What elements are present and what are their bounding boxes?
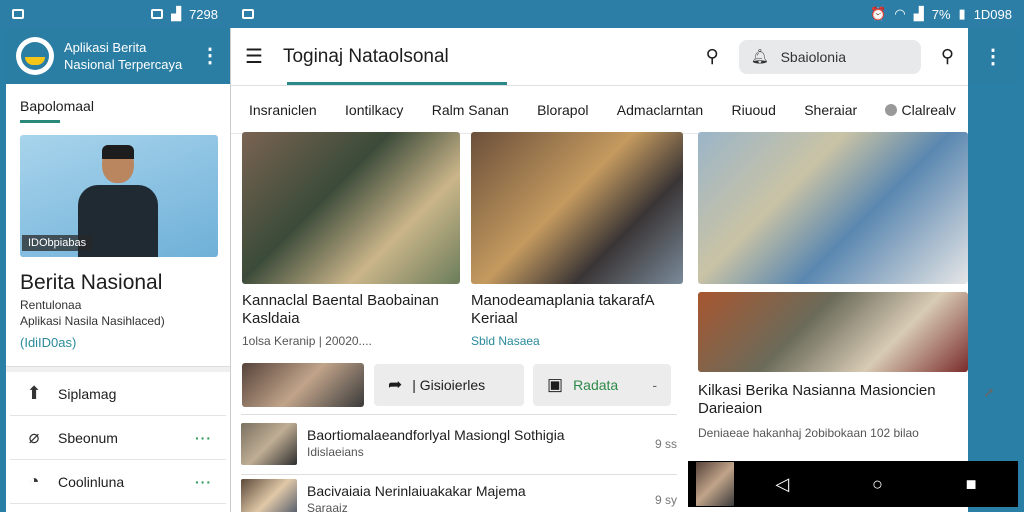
clock-icon: ◔ (28, 471, 40, 491)
menu-icon[interactable]: ☰ (245, 44, 263, 69)
main-header: ☰ Toginaj Nataolsonal ⚲ 🔔︎ Sbaiolonia ⚲ (231, 28, 968, 86)
gallery-button[interactable]: ➦ | Gisioierles (374, 364, 524, 406)
more-dots-icon[interactable]: ··· (195, 474, 212, 490)
tab-7[interactable]: Sheraiar (804, 102, 857, 118)
news-meta-4: Deniaeae hakanhaj 2obibokaan 102 bilao (698, 426, 919, 440)
status-dot-icon (885, 103, 898, 116)
tab-8[interactable]: Clalrealv (885, 102, 956, 118)
more-options-icon[interactable]: ⋮ (968, 28, 1018, 84)
battery-icon: ▮ (958, 6, 966, 21)
status-bar-left: ▟ 7298 (0, 0, 230, 28)
recent-app-thumb[interactable] (696, 462, 734, 506)
notification-icon (242, 9, 254, 19)
alarm-icon: ⏰ (870, 6, 887, 21)
signal-icon: ▟ (913, 6, 924, 21)
main-panel: ☰ Toginaj Nataolsonal ⚲ 🔔︎ Sbaiolonia ⚲ … (230, 28, 995, 512)
compass-icon: ⌀ (28, 427, 40, 447)
more-dots-icon[interactable]: ··· (195, 430, 212, 446)
profile-subtitle: Rentulonaa (20, 298, 82, 312)
app-header: Aplikasi Berita Nasional Terpercaya ⋮ (6, 28, 230, 84)
status-time-right: 1D098 (973, 6, 1012, 22)
search-icon[interactable]: ⚲ (706, 46, 719, 67)
menu-item-2[interactable]: ⌀ Sbeonum ··· (10, 416, 226, 460)
profile-name: Berita Nasional (20, 271, 163, 294)
left-drawer: Aplikasi Berita Nasional Terpercaya ⋮ Ba… (6, 28, 230, 512)
profile-description: Aplikasi Nasila Nasihlaced) (20, 314, 165, 328)
radio-button[interactable]: ▣ Radata - (533, 364, 671, 406)
search-input[interactable]: 🔔︎ Sbaiolonia (738, 39, 921, 74)
back-icon[interactable]: ◁ (775, 474, 789, 495)
tab-6[interactable]: Riuoud (732, 102, 776, 118)
signal-icon: ▟ (171, 6, 182, 21)
news-image-4[interactable] (698, 292, 968, 372)
search-icon[interactable]: ⚲ (941, 46, 954, 67)
news-thumb-strip[interactable] (242, 363, 364, 407)
divider (241, 414, 677, 415)
list-item[interactable]: Bacivaiaia Nerinlaiuakakar Majema Saraai… (241, 476, 677, 512)
share-icon[interactable]: ➚ (983, 384, 995, 401)
news-image-3[interactable] (698, 132, 968, 284)
navigation-bar: ◁ ○ ■ (688, 461, 1018, 507)
shield-icon (151, 9, 164, 19)
app-title: Aplikasi Berita Nasional Terpercaya (64, 40, 183, 72)
section-title: Bapolomaal (20, 98, 94, 114)
app-logo (16, 37, 54, 75)
news-image-1[interactable] (242, 132, 460, 284)
news-title-4[interactable]: Kilkasi Berika Nasianna Masioncien Darie… (698, 382, 938, 418)
more-options-icon[interactable]: ⋮ (200, 46, 220, 66)
section-underline (20, 120, 60, 123)
wifi-icon: ◠ (894, 6, 906, 21)
tab-4[interactable]: Blorapol (537, 102, 588, 118)
profile-link[interactable]: (IdiID0as) (6, 329, 230, 356)
bell-icon: 🔔︎ (750, 48, 769, 64)
thumbs-up-icon: ⬆ (26, 383, 42, 403)
menu-item-1[interactable]: ⬆ Siplamag (10, 372, 226, 416)
title-underline (287, 82, 507, 85)
list-item[interactable]: Baortiomalaeandforlyal Masiongl Sothigia… (241, 420, 677, 468)
page-title: Toginaj Nataolsonal (282, 45, 449, 67)
share-arrow-icon: ➦ (388, 375, 403, 394)
news-meta-1: 1olsa Keranip | 20020.... (242, 334, 372, 348)
image-badge: IDObpiabas (22, 235, 93, 251)
tab-1[interactable]: Insraniclen (249, 102, 317, 118)
battery-percent: 7% (931, 6, 951, 22)
profile-image[interactable]: IDObpiabas (20, 135, 218, 257)
news-image-2[interactable] (471, 132, 683, 284)
news-title-2[interactable]: Manodeamaplania takarafA Keriaal (471, 292, 683, 328)
menu-item-3[interactable]: ◔ Coolinluna ··· (10, 460, 226, 504)
tab-3[interactable]: Ralm Sanan (432, 102, 509, 118)
home-icon[interactable]: ○ (872, 474, 883, 495)
list-thumb (241, 423, 297, 465)
list-thumb (241, 479, 297, 512)
tab-2[interactable]: Iontilkacy (345, 102, 403, 118)
tab-5[interactable]: Admaclarntan (617, 102, 703, 118)
category-tabs: Insraniclen Iontilkacy Ralm Sanan Blorap… (231, 86, 968, 134)
status-bar-right: ⏰ ◠ ▟ 7% ▮ 1D098 (230, 0, 1024, 28)
notification-icon (12, 9, 24, 19)
status-time-left: 7298 (189, 6, 218, 22)
radio-icon: ▣ (547, 375, 564, 394)
recents-icon[interactable]: ■ (966, 474, 977, 495)
news-title-1[interactable]: Kannaclal Baental Baobainan Kasldaia (242, 292, 462, 328)
news-meta-2: Sbld Nasaea (471, 334, 540, 348)
divider (241, 474, 677, 475)
